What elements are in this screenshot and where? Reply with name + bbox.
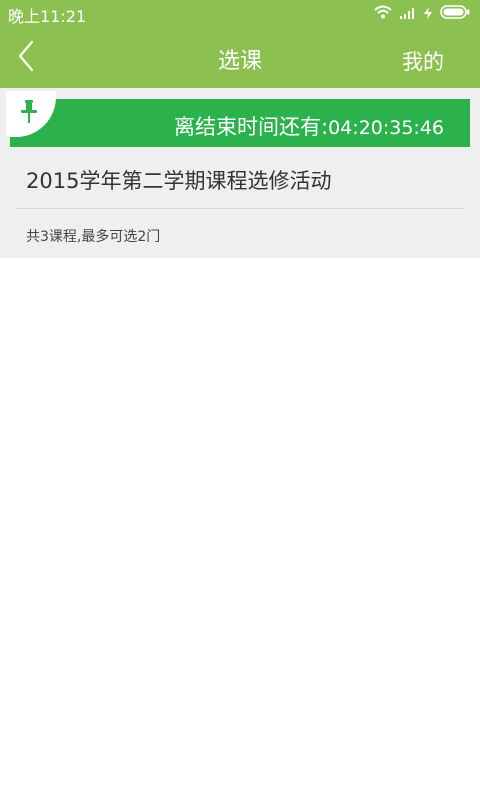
divider	[16, 208, 464, 209]
status-bar: 晚上11:21	[0, 0, 480, 26]
pin-badge	[6, 91, 56, 137]
countdown-value: 04:20:35:46	[328, 117, 444, 139]
signal-icon	[400, 4, 416, 23]
charging-icon	[424, 4, 432, 23]
status-time: 晚上11:21	[8, 7, 87, 26]
activity-card[interactable]: 离结束时间还有:04:20:35:46 2015学年第二学期课程选修活动 共3课…	[0, 88, 480, 258]
status-icons	[374, 4, 470, 23]
pin-icon	[21, 100, 37, 123]
course-info: 共3课程,最多可选2门	[26, 229, 161, 245]
mine-button[interactable]: 我的	[402, 46, 444, 76]
activity-title: 2015学年第二学期课程选修活动	[26, 169, 332, 193]
countdown-text: 离结束时间还有:04:20:35:46	[174, 111, 444, 141]
app-header: 选课 我的	[0, 26, 480, 88]
battery-icon	[440, 4, 470, 23]
countdown-banner: 离结束时间还有:04:20:35:46	[6, 91, 470, 147]
countdown-label: 离结束时间还有:	[174, 115, 329, 139]
wifi-icon	[374, 4, 392, 23]
